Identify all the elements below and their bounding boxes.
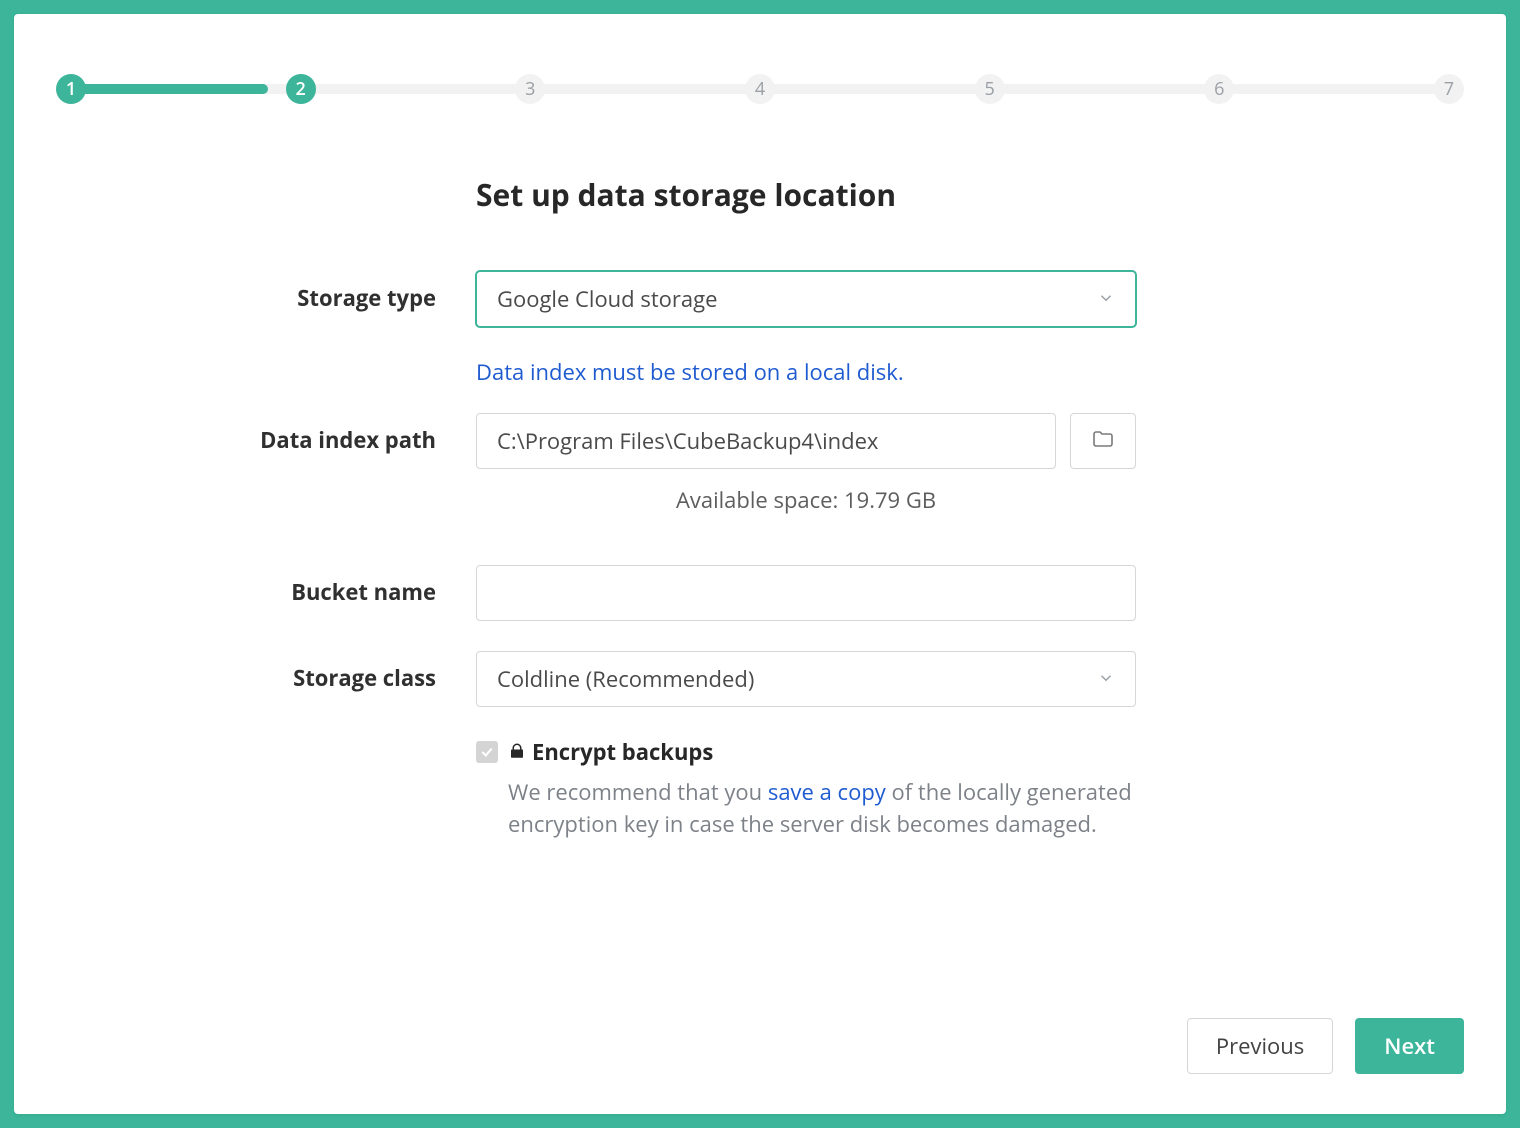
bucket-name-input[interactable] [476, 565, 1136, 621]
browse-folder-button[interactable] [1070, 413, 1136, 469]
step-2-dot[interactable]: 2 [286, 74, 316, 104]
chevron-down-icon [1097, 664, 1115, 694]
encrypt-backups-checkbox[interactable] [476, 741, 498, 763]
storage-type-value: Google Cloud storage [497, 284, 717, 314]
previous-button[interactable]: Previous [1187, 1018, 1333, 1074]
save-a-copy-link[interactable]: save a copy [768, 777, 886, 807]
data-index-path-label: Data index path [56, 413, 476, 455]
step-indicator: 1 2 3 4 5 6 7 [56, 74, 1464, 104]
step-7-dot: 7 [1434, 74, 1464, 104]
step-1-dot[interactable]: 1 [56, 74, 86, 104]
storage-type-label: Storage type [56, 271, 476, 313]
step-3-dot: 3 [515, 74, 545, 104]
step-5-dot: 5 [975, 74, 1005, 104]
step-6-dot: 6 [1204, 74, 1234, 104]
page-title: Set up data storage location [476, 174, 1464, 215]
encrypt-recommendation: We recommend that you save a copy of the… [508, 777, 1136, 841]
setup-panel: 1 2 3 4 5 6 7 Set up data storage locati… [14, 14, 1506, 1114]
data-index-path-value: C:\Program Files\CubeBackup4\index [497, 426, 878, 456]
next-button[interactable]: Next [1355, 1018, 1464, 1074]
folder-icon [1091, 427, 1115, 456]
available-space: Available space: 19.79 GB [476, 485, 1136, 515]
bucket-name-label: Bucket name [56, 565, 476, 607]
step-4-dot: 4 [745, 74, 775, 104]
storage-class-label: Storage class [56, 651, 476, 693]
data-index-hint: Data index must be stored on a local dis… [476, 357, 1136, 387]
data-index-path-input[interactable]: C:\Program Files\CubeBackup4\index [476, 413, 1056, 469]
storage-class-select[interactable]: Coldline (Recommended) [476, 651, 1136, 707]
encrypt-backups-label: Encrypt backups [508, 737, 713, 767]
storage-class-value: Coldline (Recommended) [497, 664, 754, 694]
chevron-down-icon [1097, 284, 1115, 314]
lock-icon [508, 737, 526, 767]
storage-type-select[interactable]: Google Cloud storage [476, 271, 1136, 327]
